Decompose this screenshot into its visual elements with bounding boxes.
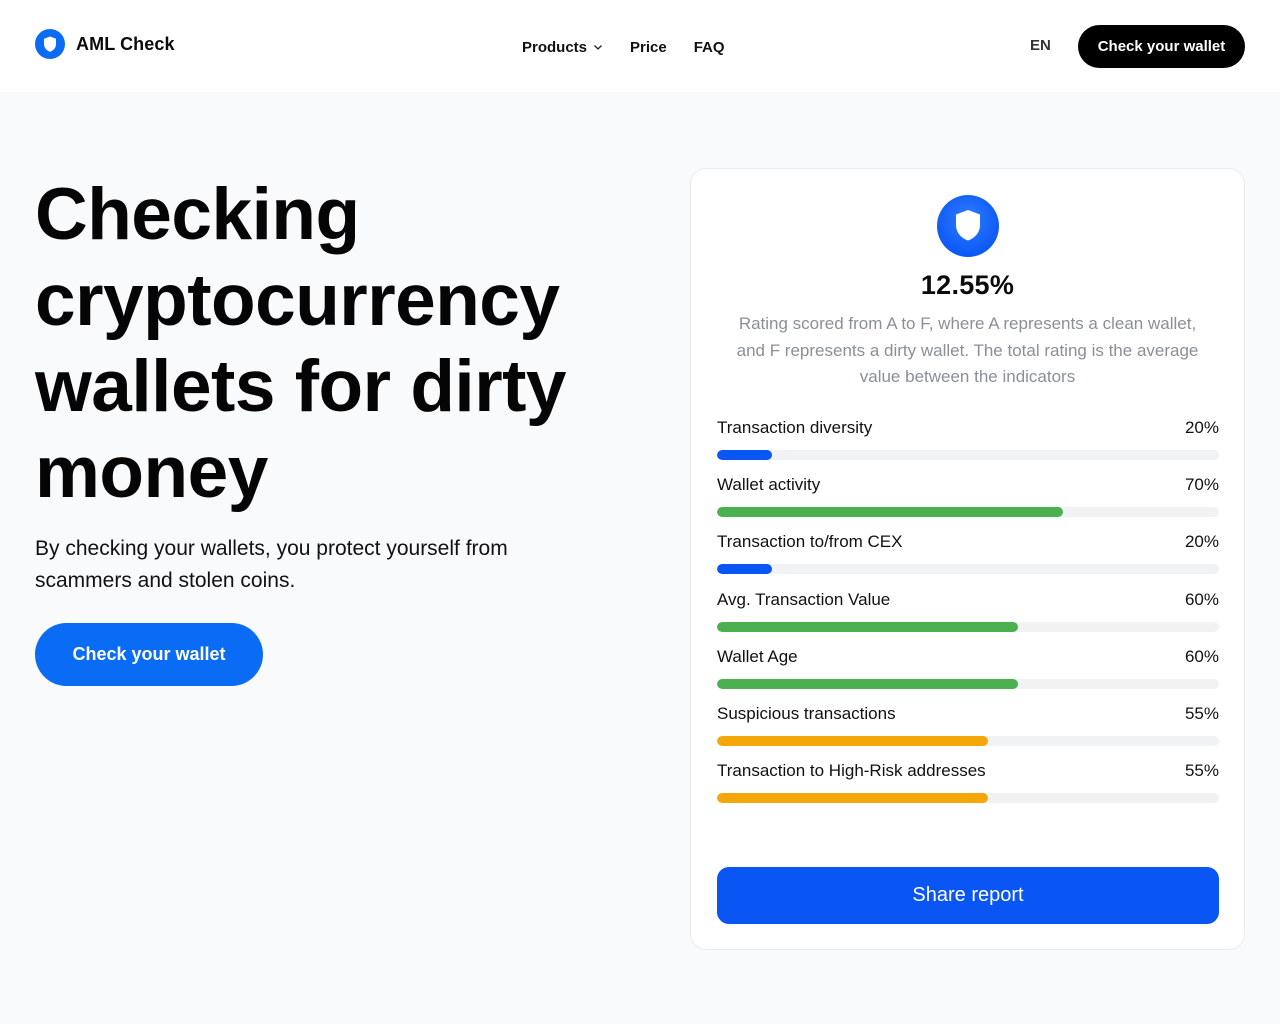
metrics-list: Transaction diversity 20% Wallet activity 7… xyxy=(717,418,1219,818)
metric-value: 55% xyxy=(1184,703,1219,723)
nav-item-label: FAQ xyxy=(693,38,725,56)
progress-track xyxy=(717,564,1219,575)
progress-fill xyxy=(717,793,989,804)
progress-track xyxy=(717,735,1219,746)
metric-label: Avg. Transaction Value xyxy=(717,589,891,609)
main-nav: Products Price FAQ xyxy=(522,37,725,57)
score-description: Rating scored from A to F, where A repre… xyxy=(736,314,1199,386)
metric-label: Transaction diversity xyxy=(717,418,873,437)
nav-item-price[interactable]: Price xyxy=(630,37,667,57)
share-report-button[interactable]: Share report xyxy=(717,867,1219,924)
progress-fill xyxy=(717,678,1019,689)
progress-track xyxy=(717,621,1219,632)
metric-value: 20% xyxy=(1184,532,1219,552)
metric-row: Wallet activity 70% xyxy=(717,475,1219,532)
progress-track xyxy=(717,507,1219,518)
wallet-score: 12.55% xyxy=(920,270,1015,300)
header-check-wallet-button[interactable]: Check your wallet xyxy=(1078,25,1245,68)
shield-icon xyxy=(937,195,999,257)
nav-item-products[interactable]: Products xyxy=(522,37,603,57)
wallet-report-card: 12.55% Rating scored from A to F, where … xyxy=(690,168,1245,950)
site-header: AML Check Products Price FAQ EN Check yo… xyxy=(0,0,1280,92)
metric-row: Transaction to/from CEX 20% xyxy=(717,532,1219,589)
metric-value: 70% xyxy=(1184,475,1219,495)
progress-track xyxy=(717,450,1219,460)
metric-label: Transaction to High-Risk addresses xyxy=(717,761,986,781)
metric-row: Transaction diversity 20% xyxy=(717,418,1219,475)
shield-icon xyxy=(35,29,65,59)
metric-label: Wallet Age xyxy=(717,646,798,666)
hero-check-wallet-button[interactable]: Check your wallet xyxy=(35,623,263,686)
hero-title: Checking cryptocurrency wallets for dirt… xyxy=(35,174,567,513)
metric-value: 20% xyxy=(1184,418,1219,437)
logo[interactable]: AML Check xyxy=(35,29,175,59)
nav-item-label: Price xyxy=(630,38,667,56)
language-selector[interactable]: EN xyxy=(1030,37,1051,54)
progress-fill xyxy=(717,507,1064,518)
metric-row: Wallet Age 60% xyxy=(717,647,1219,704)
metric-label: Transaction to/from CEX xyxy=(717,532,903,552)
progress-track xyxy=(717,793,1219,804)
metric-label: Suspicious transactions xyxy=(717,703,896,723)
progress-track xyxy=(717,678,1219,689)
metric-value: 60% xyxy=(1184,589,1219,609)
metric-label: Wallet activity xyxy=(717,475,821,495)
progress-fill xyxy=(717,450,773,460)
metric-row: Transaction to High-Risk addresses 55% xyxy=(717,761,1219,818)
logo-text: AML Check xyxy=(76,33,175,54)
metric-row: Suspicious transactions 55% xyxy=(717,704,1219,761)
chevron-down-icon xyxy=(594,45,602,50)
metric-value: 60% xyxy=(1184,646,1219,666)
progress-fill xyxy=(717,564,773,575)
hero-subtitle: By checking your wallets, you protect yo… xyxy=(35,537,508,592)
metric-value: 55% xyxy=(1184,761,1219,781)
metric-row: Avg. Transaction Value 60% xyxy=(717,590,1219,647)
nav-item-faq[interactable]: FAQ xyxy=(694,37,725,57)
nav-item-label: Products xyxy=(522,38,588,56)
progress-fill xyxy=(717,735,989,746)
progress-fill xyxy=(717,621,1019,632)
